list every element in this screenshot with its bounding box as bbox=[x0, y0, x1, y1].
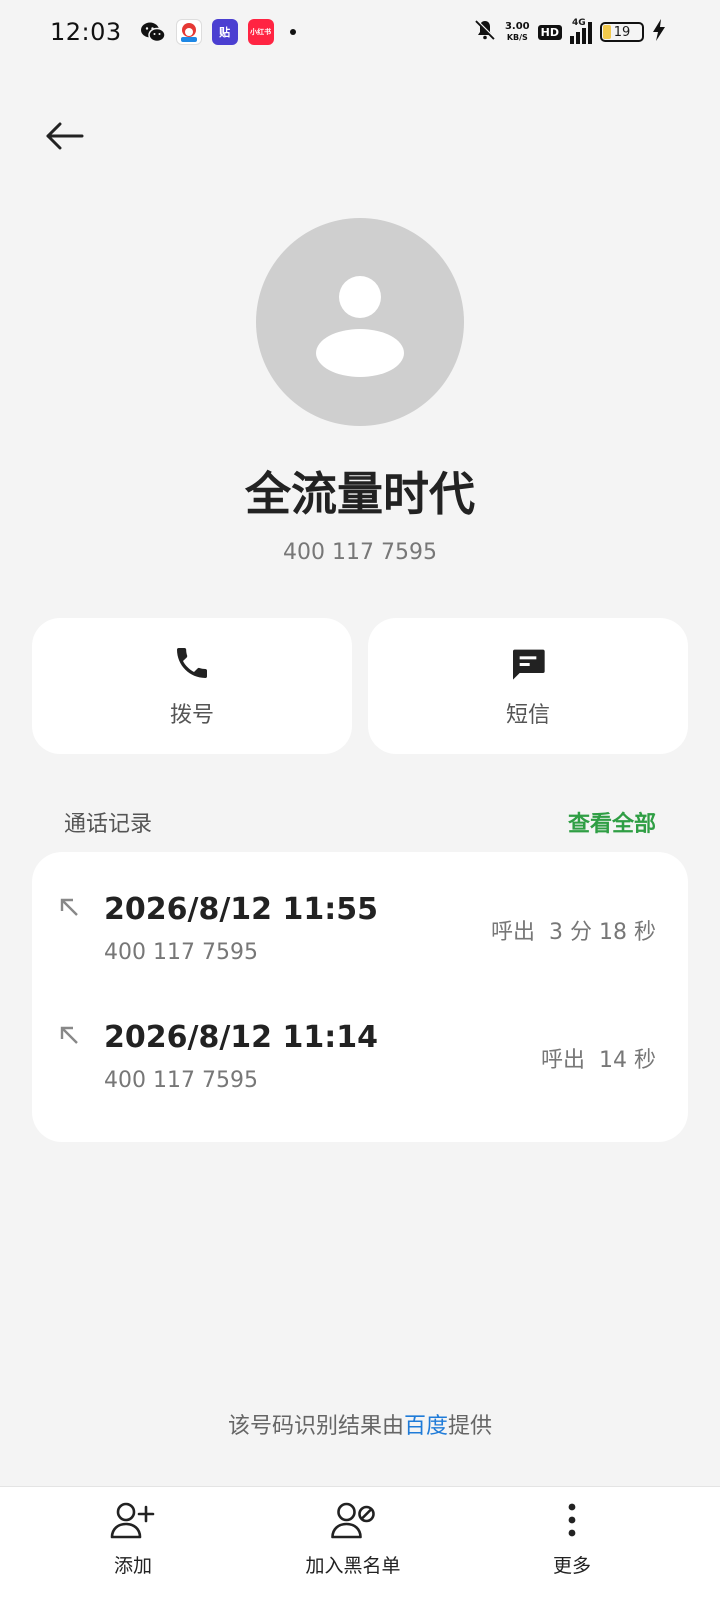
tieba-icon-label: 贴 bbox=[219, 26, 231, 39]
more-vertical-icon bbox=[568, 1503, 576, 1537]
bottom-toolbar: 添加 加入黑名单 更多 bbox=[0, 1486, 720, 1600]
call-label: 拨号 bbox=[169, 703, 214, 728]
attribution-suffix: 提供 bbox=[448, 1414, 493, 1439]
block-person-icon bbox=[330, 1502, 375, 1539]
attribution-prefix: 该号码识别结果由 bbox=[227, 1414, 404, 1439]
call-log-number: 400 117 7595 bbox=[104, 1068, 258, 1093]
notification-icons: 贴 小红书 bbox=[140, 19, 296, 45]
more-notifications-dot bbox=[289, 29, 296, 35]
phone-icon bbox=[177, 648, 207, 678]
wechat-icon bbox=[140, 19, 166, 45]
call-button[interactable]: 拨号 bbox=[32, 618, 352, 754]
call-log-item[interactable]: 2026/8/12 11:55 400 117 7595 呼出 3 分 18 秒 bbox=[32, 874, 688, 1002]
back-button[interactable] bbox=[40, 112, 88, 160]
xiaohongshu-icon-label: 小红书 bbox=[250, 28, 272, 36]
sms-button[interactable]: 短信 bbox=[368, 618, 688, 754]
status-bar: 12:03 贴 小红书 3.00 KB/S HD 4G 19 bbox=[0, 0, 720, 64]
game-app-icon bbox=[175, 19, 202, 45]
charging-bolt-icon bbox=[652, 18, 666, 46]
signal-4g-icon: 4G bbox=[570, 18, 592, 44]
add-contact-label: 添加 bbox=[113, 1555, 152, 1577]
network-type-label: 4G bbox=[572, 18, 586, 28]
tieba-icon: 贴 bbox=[211, 19, 238, 45]
sms-label: 短信 bbox=[505, 703, 550, 728]
call-log-status: 呼出 14 秒 bbox=[541, 1048, 656, 1073]
status-time: 12:03 bbox=[50, 18, 122, 46]
baidu-link[interactable]: 百度 bbox=[404, 1414, 448, 1439]
call-log-list: 2026/8/12 11:55 400 117 7595 呼出 3 分 18 秒… bbox=[32, 852, 688, 1142]
add-to-blacklist-label: 加入黑名单 bbox=[305, 1555, 401, 1577]
more-label: 更多 bbox=[552, 1555, 592, 1577]
add-person-icon bbox=[110, 1502, 155, 1539]
outgoing-call-icon bbox=[60, 898, 78, 916]
network-speed: 3.00 KB/S bbox=[505, 21, 530, 43]
contact-name: 全流量时代 bbox=[245, 467, 475, 521]
call-log-item[interactable]: 2026/8/12 11:14 400 117 7595 呼出 14 秒 bbox=[32, 1002, 688, 1130]
outgoing-call-icon bbox=[60, 1026, 78, 1044]
number-recognition-attribution: 该号码识别结果由百度提供 bbox=[0, 1408, 720, 1440]
view-all-link[interactable]: 查看全部 bbox=[568, 806, 656, 838]
system-indicators: 3.00 KB/S HD 4G 19 bbox=[473, 18, 666, 46]
message-icon bbox=[513, 649, 545, 680]
more-button[interactable]: 更多 bbox=[553, 1501, 591, 1578]
add-to-blacklist-button[interactable]: 加入黑名单 bbox=[305, 1501, 401, 1578]
mute-bell-icon bbox=[473, 18, 497, 46]
call-log-number: 400 117 7595 bbox=[104, 940, 258, 965]
battery-indicator: 19 bbox=[600, 22, 644, 42]
call-log-title: 通话记录 bbox=[64, 812, 153, 837]
contact-avatar bbox=[256, 218, 464, 426]
contact-number: 400 117 7595 bbox=[283, 540, 437, 565]
xiaohongshu-icon: 小红书 bbox=[247, 19, 274, 45]
add-contact-button[interactable]: 添加 bbox=[110, 1501, 156, 1578]
hd-badge: HD bbox=[537, 24, 562, 40]
call-log-time: 2026/8/12 11:14 bbox=[104, 1020, 378, 1055]
call-log-time: 2026/8/12 11:55 bbox=[104, 892, 378, 927]
battery-fill bbox=[603, 25, 611, 39]
network-speed-unit: KB/S bbox=[506, 33, 528, 42]
call-log-header: 通话记录 查看全部 bbox=[64, 806, 656, 838]
battery-level: 19 bbox=[613, 24, 631, 40]
back-arrow-icon bbox=[46, 122, 84, 150]
network-speed-value: 3.00 bbox=[504, 21, 530, 32]
call-log-status: 呼出 3 分 18 秒 bbox=[491, 920, 656, 945]
person-icon bbox=[316, 276, 404, 377]
